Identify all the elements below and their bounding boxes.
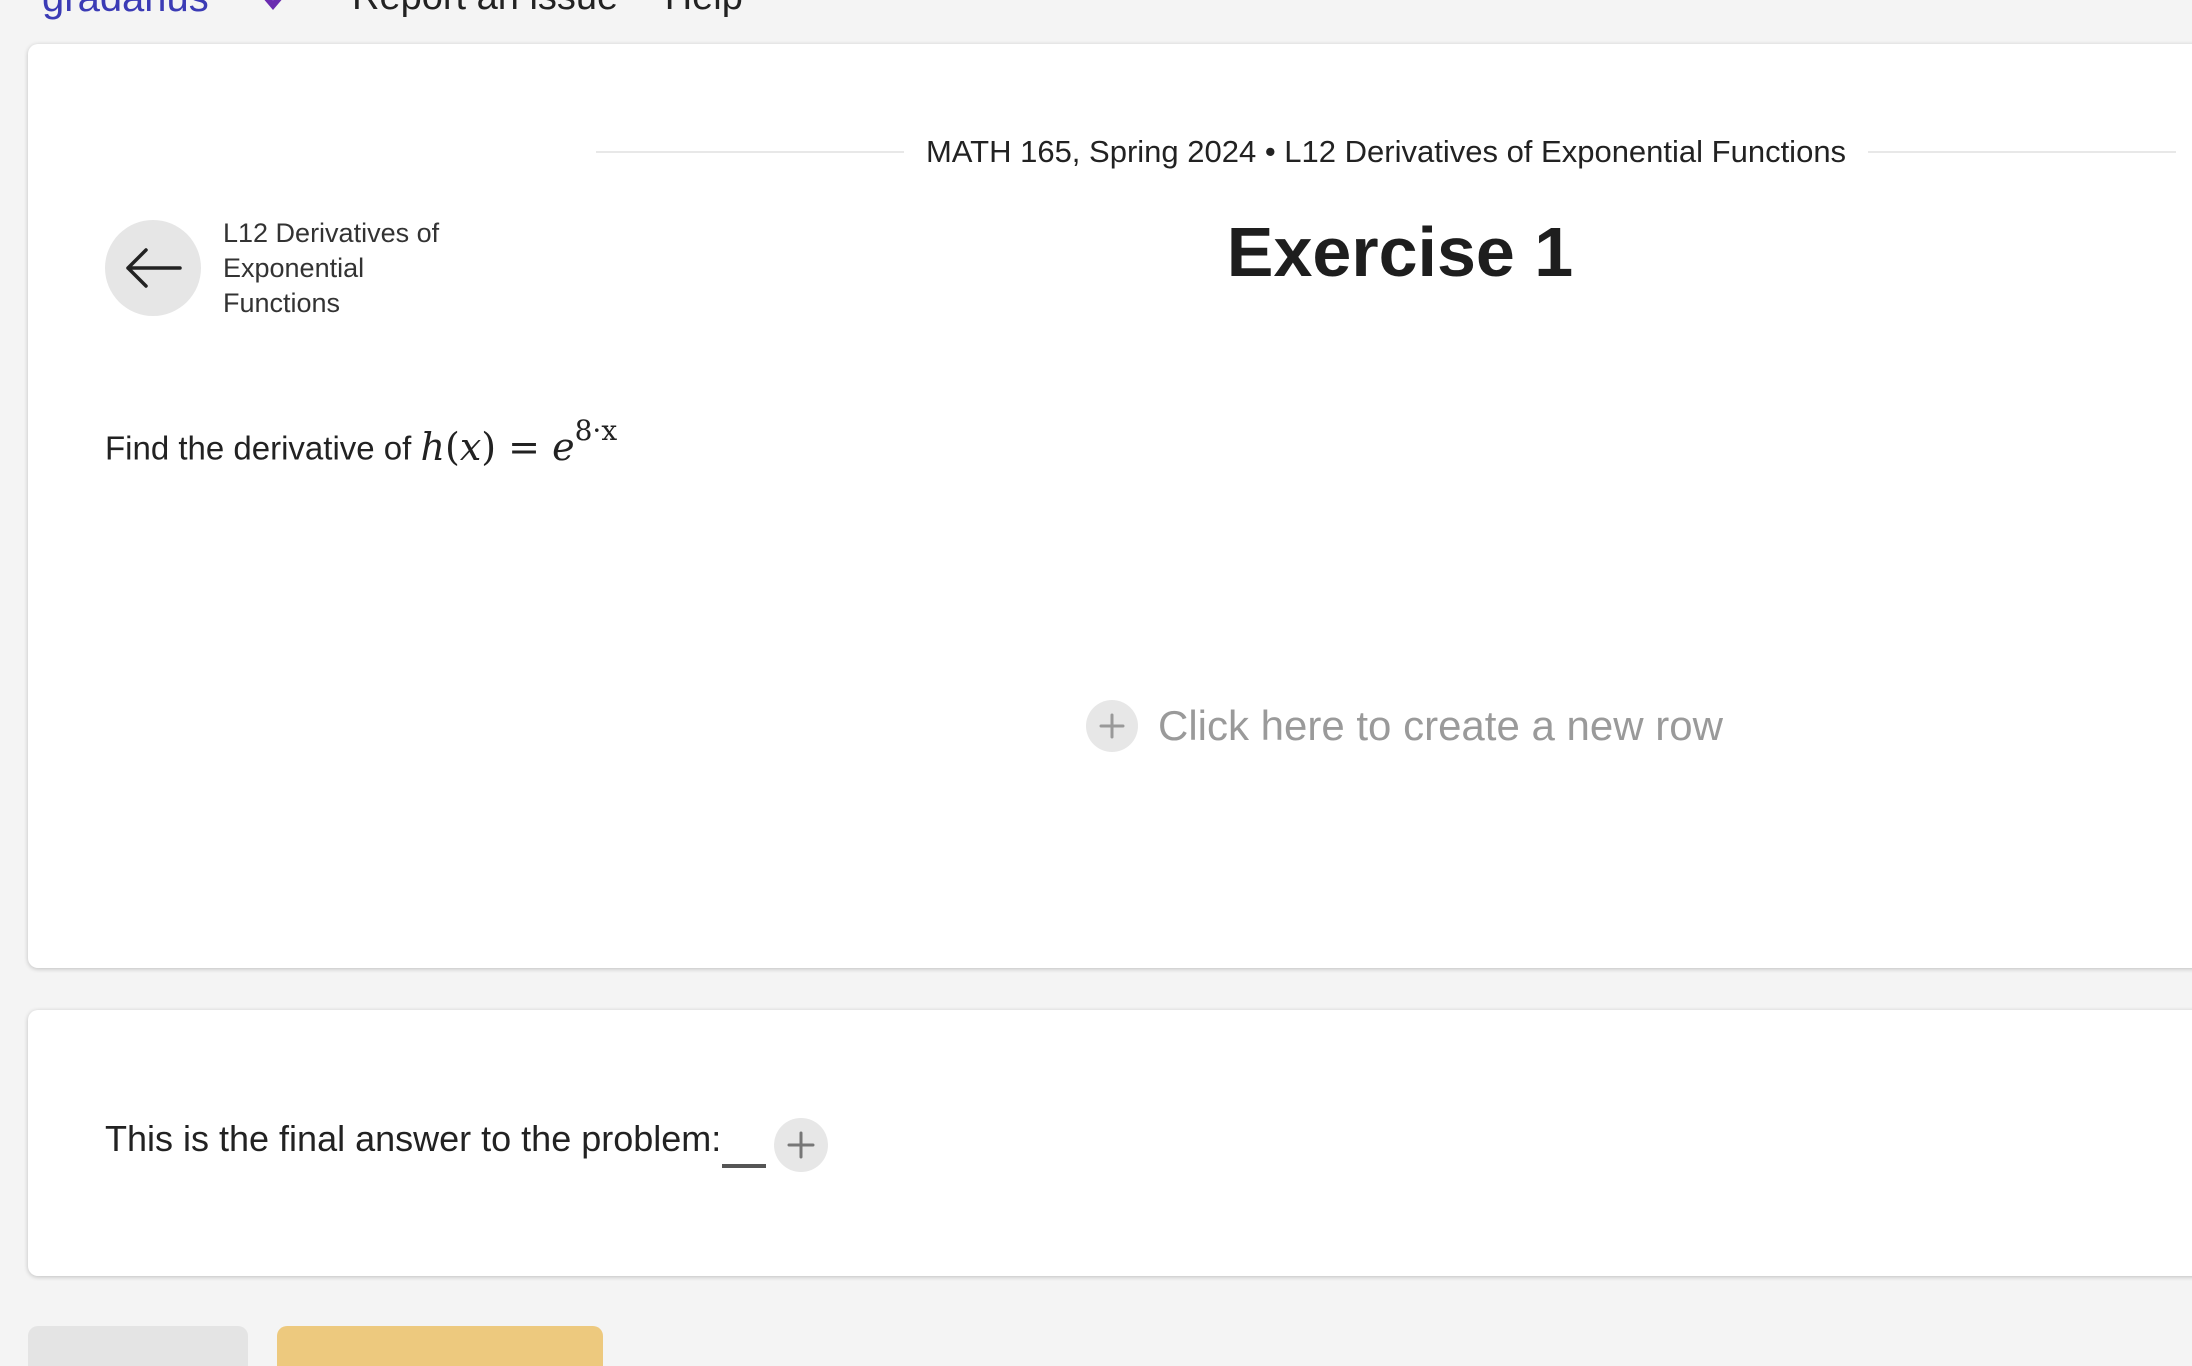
problem-formula: h(x) = e8·x xyxy=(420,414,618,469)
primary-action-button[interactable] xyxy=(277,1326,603,1366)
create-row-button[interactable]: Click here to create a new row xyxy=(1086,700,1723,752)
top-bar: gradarius Report an issue Help xyxy=(0,0,2192,40)
exp-base: e xyxy=(552,424,575,469)
top-nav: Report an issue Help xyxy=(352,0,779,19)
page-title: Exercise 1 xyxy=(1226,213,1574,291)
add-final-answer-button[interactable] xyxy=(774,1118,828,1172)
help-link[interactable]: Help xyxy=(665,0,743,18)
back-button[interactable] xyxy=(105,220,201,316)
back-link-label[interactable]: L12 Derivatives of Exponential Functions xyxy=(223,216,443,321)
exercise-card xyxy=(28,44,2192,968)
brand-logo-icon xyxy=(264,0,282,10)
plus-icon xyxy=(787,1131,815,1159)
equals-sign: = xyxy=(508,424,541,469)
arrow-left-icon xyxy=(126,248,182,288)
function-name: h xyxy=(420,424,445,469)
exp-exponent: 8·x xyxy=(574,414,618,447)
final-answer-label: This is the final answer to the problem: xyxy=(105,1118,722,1159)
secondary-action-button[interactable] xyxy=(28,1326,248,1366)
create-row-label: Click here to create a new row xyxy=(1158,702,1723,749)
divider-right xyxy=(1868,151,2177,153)
course-breadcrumb: MATH 165, Spring 2024 • L12 Derivatives … xyxy=(596,130,2177,174)
final-answer-blank[interactable] xyxy=(722,1164,766,1168)
report-issue-link[interactable]: Report an issue xyxy=(352,0,618,18)
plus-icon xyxy=(1086,700,1138,752)
course-label: MATH 165, Spring 2024 • L12 Derivatives … xyxy=(925,134,1847,169)
brand-logo-text[interactable]: gradarius xyxy=(42,0,209,21)
function-var: x xyxy=(459,424,482,469)
divider-left xyxy=(596,151,904,153)
problem-prompt: Find the derivative of xyxy=(105,429,412,467)
problem-statement: Find the derivative of h(x) = e8·x xyxy=(105,414,618,469)
